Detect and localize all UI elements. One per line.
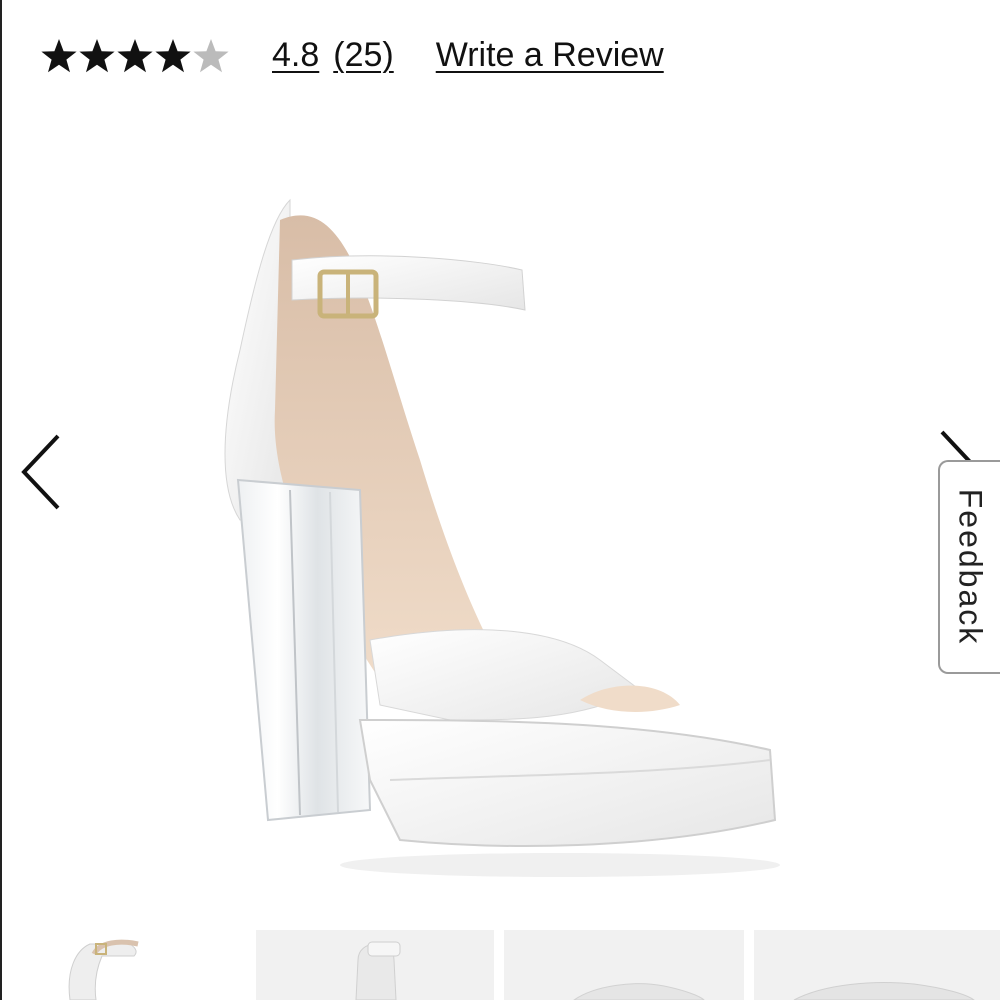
thumbnail-strip — [0, 930, 1000, 1000]
sandal-thumbnail-icon — [68, 939, 139, 1000]
sandal-thumbnail-icon — [793, 982, 975, 1000]
star-icon — [155, 39, 191, 73]
white-platform-sandal-image — [224, 198, 780, 877]
feedback-label: Feedback — [952, 488, 989, 646]
review-count-link[interactable]: (25) — [333, 33, 393, 77]
write-review-link[interactable]: Write a Review — [436, 33, 664, 77]
main-product-image[interactable] — [180, 160, 820, 900]
chevron-left-icon — [21, 434, 60, 510]
star-rating-graphic — [41, 39, 229, 73]
product-image-carousel — [0, 110, 1000, 910]
thumbnail-3[interactable] — [504, 930, 744, 1000]
rating-summary: 4.8 (25) Write a Review — [40, 30, 664, 80]
star-rating[interactable] — [40, 33, 240, 77]
thumbnail-4[interactable] — [754, 930, 1000, 1000]
thumbnail-1[interactable] — [10, 930, 246, 1000]
average-rating-link[interactable]: 4.8 — [272, 33, 319, 77]
partial-star-icon — [193, 39, 229, 73]
star-icon — [79, 39, 115, 73]
thumbnail-2[interactable] — [256, 930, 494, 1000]
star-icon — [41, 39, 77, 73]
feedback-tab[interactable]: Feedback — [938, 460, 1000, 674]
previous-image-button[interactable] — [14, 428, 74, 518]
sandal-thumbnail-icon — [573, 983, 705, 1000]
sandal-thumbnail-icon — [355, 941, 401, 1000]
star-icon — [117, 39, 153, 73]
